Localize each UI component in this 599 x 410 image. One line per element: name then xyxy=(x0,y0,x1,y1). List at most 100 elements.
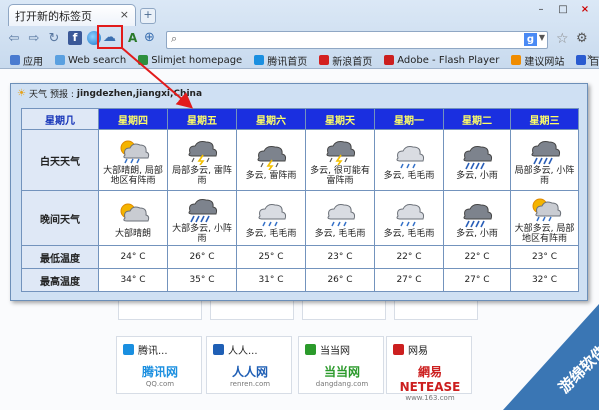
bookmark-icon xyxy=(55,55,65,65)
tab-close-icon[interactable]: × xyxy=(120,8,129,21)
speed-dial-tile[interactable]: 人人... 人人网 renren.com xyxy=(206,336,292,394)
minimize-button[interactable]: – xyxy=(533,3,549,16)
zoom-icon[interactable]: ⊕ xyxy=(144,30,155,45)
bookmark-label: 应用 xyxy=(23,56,43,68)
forecast-desc: 多云, 毛毛雨 xyxy=(245,228,297,239)
bookmarks-more-icon[interactable]: » xyxy=(587,52,593,63)
site-logo: 腾讯网 QQ.com xyxy=(127,363,193,388)
logo-domain: renren.com xyxy=(229,380,271,388)
translate-icon[interactable]: A xyxy=(128,31,137,45)
site-logo: 網易 NETEASE www.163.com xyxy=(397,363,463,402)
browser-chrome: 打开新的标签页 × + – □ × ⇦ ⇨ ↻ f ☁ A ⊕ ⌕ g ▼ ☆ … xyxy=(0,0,599,69)
temp-cell: 23° C xyxy=(510,245,579,269)
temp-cell: 26° C xyxy=(167,245,237,269)
tile-header: 网易 xyxy=(393,342,428,357)
drizzle-icon xyxy=(258,203,287,226)
tile-name: 人人... xyxy=(228,346,258,357)
speed-dial-tile[interactable]: 当当网 当当网 dangdang.com xyxy=(298,336,384,394)
site-icon xyxy=(123,344,134,355)
tile-top[interactable] xyxy=(394,298,478,320)
close-window-button[interactable]: × xyxy=(577,3,593,16)
forward-button[interactable]: ⇨ xyxy=(26,31,42,47)
bookmark-icon xyxy=(10,55,20,65)
chevron-down-icon[interactable]: ▼ xyxy=(539,33,545,42)
tile-top[interactable] xyxy=(118,298,202,320)
site-icon xyxy=(305,344,316,355)
logo-domain: dangdang.com xyxy=(315,380,369,388)
speed-dial-tile[interactable]: 腾讯... 腾讯网 QQ.com xyxy=(116,336,202,394)
tile-header: 腾讯... xyxy=(123,342,168,357)
temp-cell: 23° C xyxy=(305,245,375,269)
bookmark-icon xyxy=(138,55,149,65)
forecast-cell: 局部多云, 雷阵雨 xyxy=(167,129,237,191)
tab-bar: 打开新的标签页 × + – □ × xyxy=(0,0,599,26)
tile-top[interactable] xyxy=(302,298,386,320)
logo-text: 当当网 xyxy=(323,365,360,379)
bookmark-label: Web search xyxy=(68,54,127,66)
day-header: 星期六 xyxy=(236,108,306,130)
bookmark-icon xyxy=(384,55,395,65)
settings-icon[interactable]: ⚙ xyxy=(576,31,588,46)
forecast-desc: 多云, 很可能有雷阵雨 xyxy=(310,165,370,186)
bookmark-item[interactable]: Web search xyxy=(55,55,126,66)
forecast-desc: 大部晴朗, 局部地区有阵雨 xyxy=(103,165,163,186)
bookmark-item[interactable]: 腾讯首页 xyxy=(254,53,307,68)
bookmark-item[interactable]: Adobe - Flash Player xyxy=(384,55,499,66)
forecast-cell: 多云, 雷阵雨 xyxy=(236,129,306,191)
forecast-cell: 多云, 小雨 xyxy=(443,190,511,246)
forecast-desc: 大部多云, 局部地区有阵雨 xyxy=(514,223,575,244)
temp-cell: 26° C xyxy=(305,268,375,292)
bookmark-star-icon[interactable]: ☆ xyxy=(556,31,569,47)
forecast-cell: 大部晴朗, 局部地区有阵雨 xyxy=(98,129,168,191)
thunderstorm-icon xyxy=(326,140,356,165)
new-tab-button[interactable]: + xyxy=(140,8,156,24)
search-icon: ⌕ xyxy=(171,32,178,45)
speed-dial-tile[interactable]: 网易網易 NETEASE www.163.com xyxy=(386,336,472,402)
logo-text: 腾讯网 xyxy=(141,365,178,379)
logo-domain: QQ.com xyxy=(145,380,175,388)
popup-title-prefix: 天气 xyxy=(28,90,47,100)
logo-domain: www.163.com xyxy=(405,394,455,402)
bookmark-item[interactable]: Slimjet homepage xyxy=(138,55,242,66)
sun-cloud-rain-icon xyxy=(532,198,561,221)
tile-header: 当当网 xyxy=(305,342,350,357)
facebook-icon[interactable]: f xyxy=(68,31,82,45)
logo-text: 人人网 xyxy=(231,365,268,379)
day-header: 星期三 xyxy=(510,108,579,130)
site-icon xyxy=(213,344,224,355)
tab-new-tab[interactable]: 打开新的标签页 × xyxy=(8,4,136,26)
rain-icon xyxy=(463,203,493,227)
temp-cell: 27° C xyxy=(374,268,444,292)
forecast-cell: 多云, 毛毛雨 xyxy=(374,129,444,191)
bookmark-item[interactable]: 建议网站 xyxy=(511,53,564,68)
temp-cell: 34° C xyxy=(98,268,168,292)
bookmark-item[interactable]: 应用 xyxy=(10,53,43,68)
forecast-desc: 多云, 小雨 xyxy=(456,170,498,181)
weather-icon: ☀ xyxy=(17,88,26,99)
bookmark-item[interactable]: 新浪首页 xyxy=(319,53,372,68)
window-controls: – □ × xyxy=(533,3,593,16)
rain-icon xyxy=(188,198,218,222)
bookmark-icon xyxy=(576,55,587,65)
back-button[interactable]: ⇦ xyxy=(6,31,22,47)
tile-top[interactable] xyxy=(210,298,294,320)
bookmark-label: 建议网站 xyxy=(524,56,565,68)
forecast-table: 星期几 星期四 星期五 星期六 星期天 星期一 星期二 星期三 白天天气 大部晴朗, 局部地… xyxy=(21,108,579,292)
bookmark-label: 腾讯首页 xyxy=(267,56,308,68)
address-bar[interactable]: ⌕ g ▼ xyxy=(166,31,548,49)
google-search-icon[interactable]: g xyxy=(524,33,537,46)
temp-cell: 25° C xyxy=(236,245,306,269)
tab-title: 打开新的标签页 xyxy=(15,10,92,23)
day-header: 星期四 xyxy=(98,108,168,130)
drizzle-icon xyxy=(327,203,356,226)
temp-cell: 22° C xyxy=(374,245,444,269)
day-header: 星期一 xyxy=(374,108,444,130)
forecast-cell: 局部多云, 小阵雨 xyxy=(510,129,579,191)
forecast-cell: 大部晴朗 xyxy=(98,190,168,246)
site-logo: 人人网 renren.com xyxy=(217,363,283,388)
forecast-desc: 多云, 毛毛雨 xyxy=(383,170,435,181)
bookmark-icon xyxy=(319,55,330,65)
maximize-button[interactable]: □ xyxy=(555,3,571,16)
temp-cell: 35° C xyxy=(167,268,237,292)
reload-button[interactable]: ↻ xyxy=(46,31,62,47)
